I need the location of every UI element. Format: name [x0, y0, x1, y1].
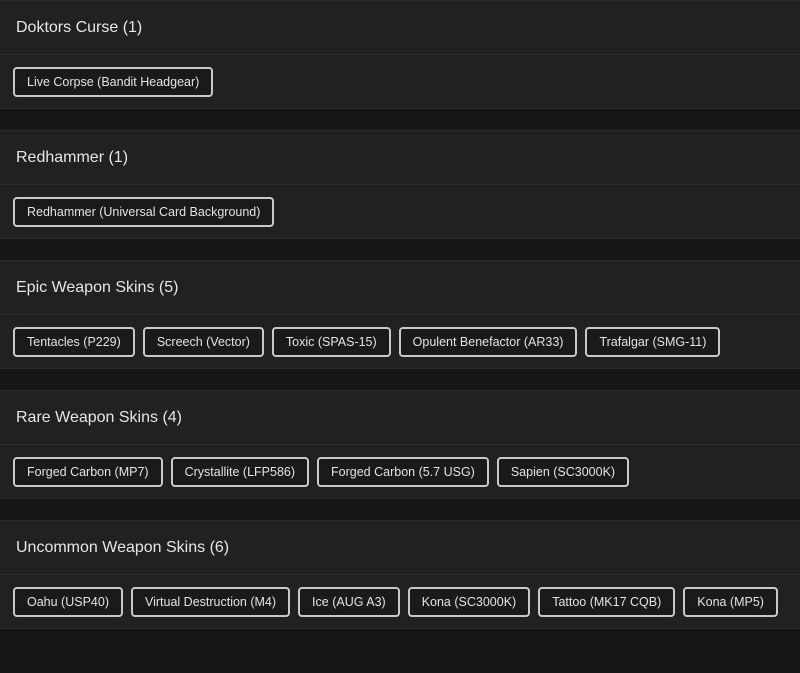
item-tag[interactable]: Forged Carbon (MP7): [13, 457, 163, 487]
section-title: Uncommon Weapon Skins (6): [16, 538, 230, 556]
section-redhammer: Redhammer (1) Redhammer (Universal Card …: [0, 130, 800, 239]
reward-list: Doktors Curse (1) Live Corpse (Bandit He…: [0, 0, 800, 629]
item-tag[interactable]: Toxic (SPAS-15): [271, 327, 391, 357]
item-tag[interactable]: Forged Carbon (5.7 USG): [317, 457, 489, 487]
item-tag[interactable]: Virtual Destruction (M4): [130, 587, 291, 617]
section-uncommon-weapon-skins: Uncommon Weapon Skins (6) Oahu (USP40) V…: [0, 520, 800, 629]
section-header: Doktors Curse (1): [0, 1, 800, 55]
item-list: Forged Carbon (MP7) Crystallite (LFP586)…: [0, 445, 800, 498]
item-tag[interactable]: Screech (Vector): [142, 327, 264, 357]
section-header: Redhammer (1): [0, 131, 800, 185]
section-rare-weapon-skins: Rare Weapon Skins (4) Forged Carbon (MP7…: [0, 390, 800, 499]
section-title: Redhammer (1): [16, 148, 129, 166]
item-tag[interactable]: Tattoo (MK17 CQB): [538, 587, 676, 617]
item-tag[interactable]: Crystallite (LFP586): [170, 457, 310, 487]
item-list: Tentacles (P229) Screech (Vector) Toxic …: [0, 315, 800, 368]
section-header: Rare Weapon Skins (4): [0, 391, 800, 445]
item-tag[interactable]: Kona (SC3000K): [407, 587, 531, 617]
section-header: Uncommon Weapon Skins (6): [0, 521, 800, 575]
section-header: Epic Weapon Skins (5): [0, 261, 800, 315]
item-list: Live Corpse (Bandit Headgear): [0, 55, 800, 108]
item-tag[interactable]: Trafalgar (SMG-11): [585, 327, 721, 357]
item-tag[interactable]: Sapien (SC3000K): [496, 457, 630, 487]
section-title: Rare Weapon Skins (4): [16, 408, 182, 426]
item-tag[interactable]: Redhammer (Universal Card Background): [13, 197, 275, 227]
section-doktors-curse: Doktors Curse (1) Live Corpse (Bandit He…: [0, 0, 800, 109]
section-title: Epic Weapon Skins (5): [16, 278, 179, 296]
item-tag[interactable]: Kona (MP5): [683, 587, 778, 617]
item-tag[interactable]: Oahu (USP40): [13, 587, 123, 617]
item-list: Oahu (USP40) Virtual Destruction (M4) Ic…: [0, 575, 800, 628]
item-tag[interactable]: Live Corpse (Bandit Headgear): [13, 67, 214, 97]
item-tag[interactable]: Tentacles (P229): [13, 327, 135, 357]
section-epic-weapon-skins: Epic Weapon Skins (5) Tentacles (P229) S…: [0, 260, 800, 369]
item-tag[interactable]: Opulent Benefactor (AR33): [398, 327, 578, 357]
section-title: Doktors Curse (1): [16, 18, 143, 36]
item-list: Redhammer (Universal Card Background): [0, 185, 800, 238]
item-tag[interactable]: Ice (AUG A3): [298, 587, 400, 617]
